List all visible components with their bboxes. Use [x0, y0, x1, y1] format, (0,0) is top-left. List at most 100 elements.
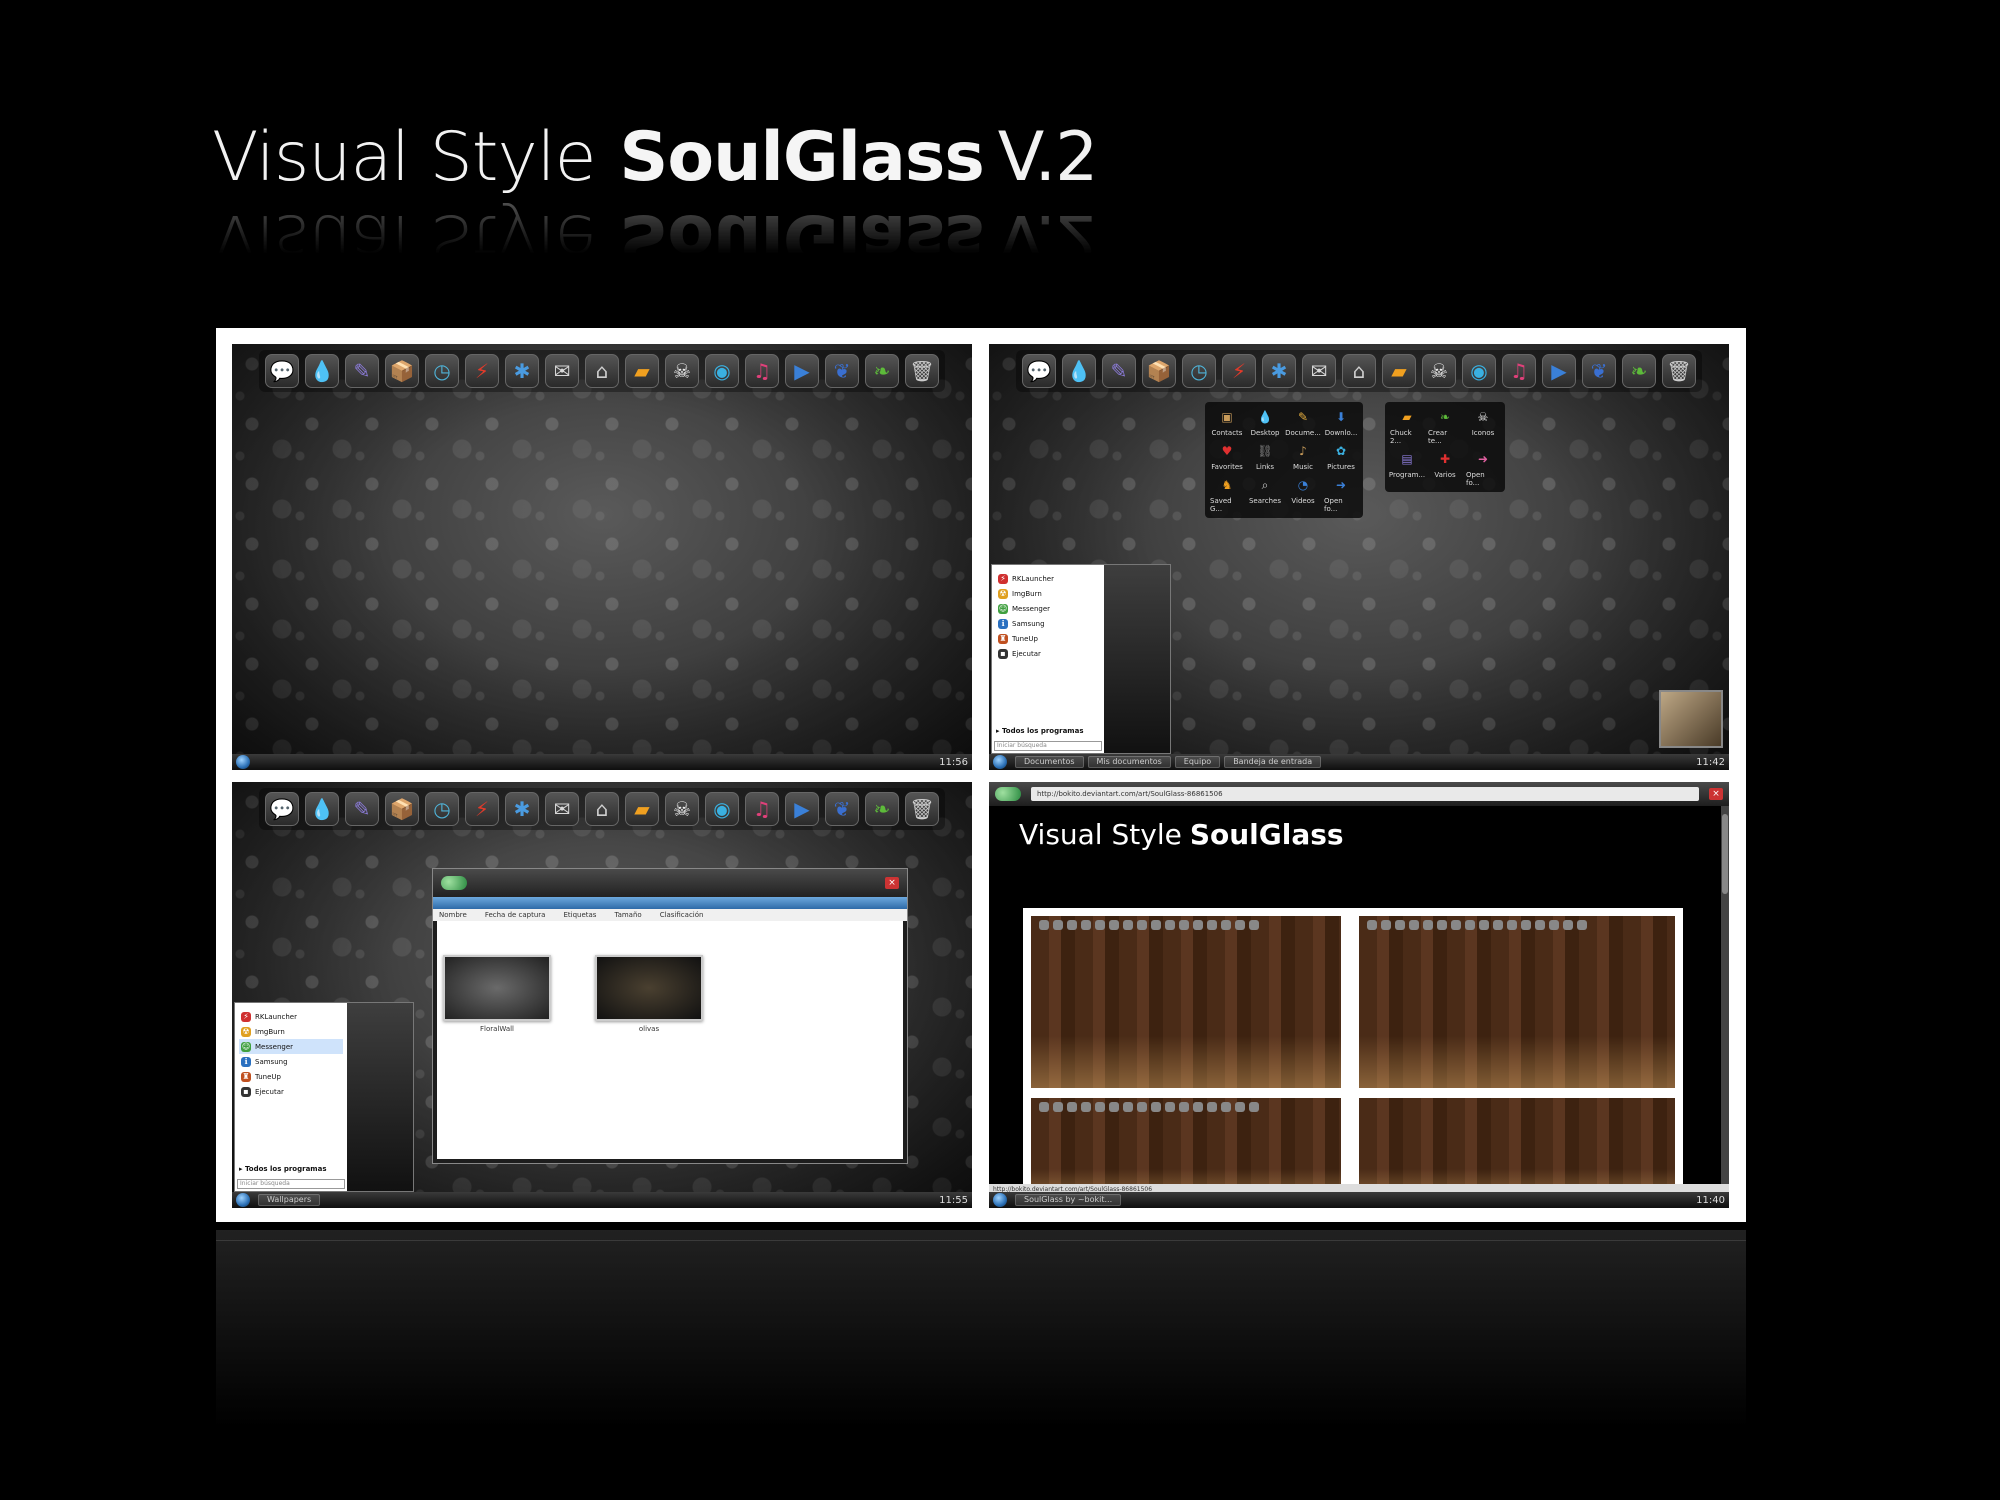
- mail-icon[interactable]: ✉: [1302, 354, 1336, 388]
- close-icon[interactable]: ×: [885, 877, 899, 889]
- music-icon[interactable]: ♫: [1502, 354, 1536, 388]
- clock-icon[interactable]: ◷: [425, 792, 459, 826]
- folder-icon[interactable]: ▰: [1382, 354, 1416, 388]
- home-icon[interactable]: ⌂: [585, 354, 619, 388]
- file-thumbnail-olivas[interactable]: [595, 955, 703, 1021]
- clock-icon[interactable]: ◷: [425, 354, 459, 388]
- pen-icon[interactable]: ✎: [345, 354, 379, 388]
- home-icon[interactable]: ⌂: [1342, 354, 1376, 388]
- clock-icon[interactable]: ◷: [1182, 354, 1216, 388]
- video-icon[interactable]: ▶: [1542, 354, 1576, 388]
- droplet-icon[interactable]: 💧: [1062, 354, 1096, 388]
- box-icon[interactable]: 📦: [1142, 354, 1176, 388]
- taskbar-button[interactable]: Bandeja de entrada: [1224, 756, 1322, 768]
- lightning-icon[interactable]: ⚡: [465, 792, 499, 826]
- stack-item[interactable]: ✎ Docume...: [1285, 407, 1321, 437]
- speech-bubble-icon[interactable]: 💬: [265, 792, 299, 826]
- leaf-icon[interactable]: ❧: [865, 354, 899, 388]
- stack-item[interactable]: ➜ Open fo...: [1466, 449, 1500, 487]
- puzzle-icon[interactable]: ✱: [505, 354, 539, 388]
- scrollbar[interactable]: [1721, 806, 1729, 1184]
- music-icon[interactable]: ♫: [745, 354, 779, 388]
- feather-icon[interactable]: ❦: [825, 354, 859, 388]
- skull-icon[interactable]: ☠: [1422, 354, 1456, 388]
- start-menu-item[interactable]: ♜ TuneUp: [239, 1069, 343, 1084]
- back-forward-icon[interactable]: [441, 876, 467, 890]
- start-menu-item[interactable]: ▪ Ejecutar: [239, 1084, 343, 1099]
- start-orb-icon[interactable]: [993, 755, 1007, 769]
- column-header[interactable]: Fecha de captura: [485, 911, 546, 919]
- video-icon[interactable]: ▶: [785, 354, 819, 388]
- column-header[interactable]: Nombre: [439, 911, 467, 919]
- all-programs-link[interactable]: ▸ Todos los programas: [996, 727, 1083, 735]
- stack-item[interactable]: ⌕ Searches: [1248, 475, 1282, 513]
- stack-item[interactable]: ▰ Chuck 2...: [1390, 407, 1424, 445]
- start-menu-item[interactable]: ℹ Samsung: [996, 616, 1100, 631]
- box-icon[interactable]: 📦: [385, 354, 419, 388]
- eye-icon[interactable]: ◉: [705, 354, 739, 388]
- speech-bubble-icon[interactable]: 💬: [1022, 354, 1056, 388]
- stack-item[interactable]: ✚ Varios: [1428, 449, 1462, 487]
- home-icon[interactable]: ⌂: [585, 792, 619, 826]
- taskbar-button[interactable]: Equipo: [1174, 756, 1221, 768]
- skull-icon[interactable]: ☠: [665, 792, 699, 826]
- column-header[interactable]: Clasificación: [660, 911, 704, 919]
- start-menu-item[interactable]: ⚡ RKLauncher: [239, 1009, 343, 1024]
- stack-item[interactable]: ◔ Videos: [1286, 475, 1320, 513]
- video-icon[interactable]: ▶: [785, 792, 819, 826]
- start-search-input[interactable]: Iniciar búsqueda: [994, 741, 1102, 751]
- stack-item[interactable]: ♞ Saved G...: [1210, 475, 1244, 513]
- stack-item[interactable]: ⬇ Downlo...: [1324, 407, 1358, 437]
- folder-icon[interactable]: ▰: [625, 792, 659, 826]
- leaf-icon[interactable]: ❧: [1622, 354, 1656, 388]
- start-menu-item[interactable]: ♜ TuneUp: [996, 631, 1100, 646]
- folder-icon[interactable]: ▰: [625, 354, 659, 388]
- puzzle-icon[interactable]: ✱: [1262, 354, 1296, 388]
- droplet-icon[interactable]: 💧: [305, 354, 339, 388]
- leaf-icon[interactable]: ❧: [865, 792, 899, 826]
- stack-item[interactable]: 💧 Desktop: [1248, 407, 1282, 437]
- start-search-input[interactable]: Iniciar búsqueda: [237, 1179, 345, 1189]
- start-menu-item[interactable]: ☺ Messenger: [996, 601, 1100, 616]
- stack-item[interactable]: ❧ Crear te...: [1428, 407, 1462, 445]
- puzzle-icon[interactable]: ✱: [505, 792, 539, 826]
- taskbar-button[interactable]: Wallpapers: [258, 1194, 321, 1206]
- pen-icon[interactable]: ✎: [345, 792, 379, 826]
- trash-icon[interactable]: 🗑: [1662, 354, 1696, 388]
- start-menu-item[interactable]: ☢ ImgBurn: [239, 1024, 343, 1039]
- column-header[interactable]: Etiquetas: [563, 911, 596, 919]
- stack-item[interactable]: ☠ Iconos: [1466, 407, 1500, 445]
- taskbar-button[interactable]: Documentos: [1015, 756, 1084, 768]
- close-icon[interactable]: ×: [1709, 788, 1723, 800]
- pen-icon[interactable]: ✎: [1102, 354, 1136, 388]
- trash-icon[interactable]: 🗑: [905, 792, 939, 826]
- trash-icon[interactable]: 🗑: [905, 354, 939, 388]
- start-menu-item[interactable]: ☺ Messenger: [239, 1039, 343, 1054]
- start-orb-icon[interactable]: [236, 1193, 250, 1207]
- stack-item[interactable]: ✿ Pictures: [1324, 441, 1358, 471]
- start-orb-icon[interactable]: [993, 1193, 1007, 1207]
- feather-icon[interactable]: ❦: [825, 792, 859, 826]
- stack-item[interactable]: ♪ Music: [1286, 441, 1320, 471]
- feather-icon[interactable]: ❦: [1582, 354, 1616, 388]
- music-icon[interactable]: ♫: [745, 792, 779, 826]
- all-programs-link[interactable]: ▸ Todos los programas: [239, 1165, 326, 1173]
- mail-icon[interactable]: ✉: [545, 792, 579, 826]
- stack-item[interactable]: ♥ Favorites: [1210, 441, 1244, 471]
- start-orb-icon[interactable]: [236, 755, 250, 769]
- stack-item[interactable]: ▤ Program...: [1389, 449, 1425, 487]
- mail-icon[interactable]: ✉: [545, 354, 579, 388]
- box-icon[interactable]: 📦: [385, 792, 419, 826]
- skull-icon[interactable]: ☠: [665, 354, 699, 388]
- lightning-icon[interactable]: ⚡: [465, 354, 499, 388]
- address-bar[interactable]: http://bokito.deviantart.com/art/SoulGla…: [1031, 787, 1699, 801]
- lightning-icon[interactable]: ⚡: [1222, 354, 1256, 388]
- taskbar-button[interactable]: SoulGlass by ~bokit...: [1015, 1194, 1122, 1206]
- start-menu-item[interactable]: ℹ Samsung: [239, 1054, 343, 1069]
- column-header[interactable]: Tamaño: [614, 911, 641, 919]
- stack-item[interactable]: ⛓ Links: [1248, 441, 1282, 471]
- speech-bubble-icon[interactable]: 💬: [265, 354, 299, 388]
- file-thumbnail-floralwall[interactable]: [443, 955, 551, 1021]
- droplet-icon[interactable]: 💧: [305, 792, 339, 826]
- start-menu-item[interactable]: ☢ ImgBurn: [996, 586, 1100, 601]
